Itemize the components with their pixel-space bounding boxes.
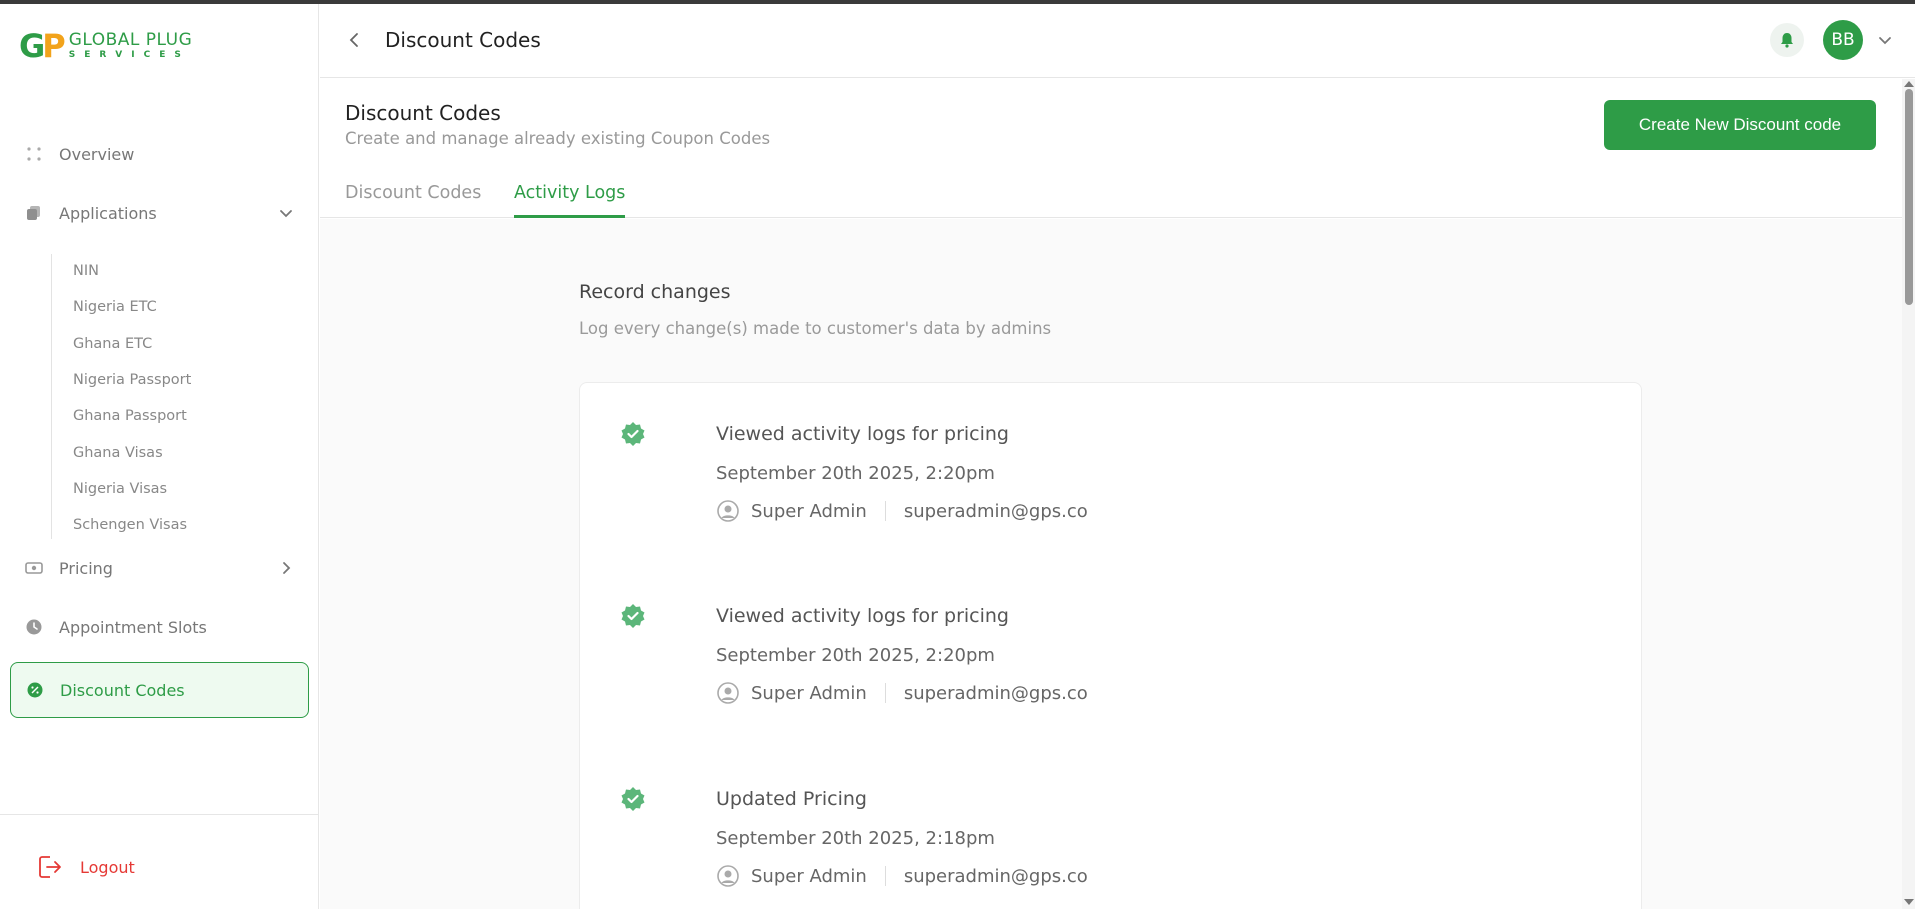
main-content: Record changes Log every change(s) made … (320, 219, 1902, 909)
log-user-name: Super Admin (751, 682, 867, 704)
sidebar-subitem-nigeria-passport[interactable]: Nigeria Passport (73, 372, 191, 388)
sidebar-item-label: Pricing (59, 558, 113, 578)
user-circle-icon (717, 682, 739, 704)
section-subtitle: Log every change(s) made to customer's d… (579, 319, 1052, 338)
log-user-email: superadmin@gps.co (903, 865, 1088, 887)
sidebar-subitem-nin[interactable]: NIN (73, 263, 99, 279)
sidebar-subitem-nigeria-visas[interactable]: Nigeria Visas (73, 481, 167, 497)
sidebar-subitem-ghana-passport[interactable]: Ghana Passport (73, 408, 187, 424)
user-circle-icon (717, 865, 739, 887)
sidebar-item-discount-codes[interactable]: Discount Codes (10, 662, 309, 718)
sidebar-subitem-ghana-visas[interactable]: Ghana Visas (73, 445, 163, 461)
log-user-email: superadmin@gps.co (903, 682, 1088, 704)
sidebar-subitem-ghana-etc[interactable]: Ghana ETC (73, 336, 152, 352)
sidebar-item-pricing[interactable]: Pricing (10, 546, 309, 590)
sidebar-item-label: Overview (59, 144, 135, 164)
sidebar-item-label: Discount Codes (60, 680, 185, 700)
scrollbar-thumb[interactable] (1905, 89, 1913, 305)
logo-name: GLOBAL PLUG (68, 30, 193, 50)
activity-log-card: Viewed activity logs for pricing Septemb… (579, 382, 1642, 909)
tab-discount-codes[interactable]: Discount Codes (345, 183, 481, 218)
chevron-down-icon[interactable] (277, 204, 295, 222)
log-user: Super Admin superadmin@gps.co (716, 499, 1088, 523)
page-subtitle: Create and manage already existing Coupo… (345, 129, 771, 148)
page-title: Discount Codes (345, 101, 501, 125)
tab-activity-logs[interactable]: Activity Logs (514, 183, 626, 218)
sidebar-item-applications[interactable]: Applications (10, 191, 309, 235)
scroll-down-arrow-icon[interactable] (1904, 899, 1914, 905)
vertical-scrollbar[interactable] (1902, 79, 1915, 909)
clock-icon (25, 618, 43, 636)
notifications-button[interactable] (1770, 23, 1804, 57)
sidebar-footer: Logout (0, 814, 319, 909)
chevron-down-icon[interactable] (1876, 31, 1894, 49)
logo-mark: GP (19, 27, 66, 65)
applications-submenu: NIN Nigeria ETC Ghana ETC Nigeria Passpo… (51, 254, 251, 539)
avatar[interactable]: BB (1823, 20, 1863, 60)
logout-icon (39, 856, 61, 878)
log-timestamp: September 20th 2025, 2:18pm (716, 828, 995, 849)
log-timestamp: September 20th 2025, 2:20pm (716, 645, 995, 666)
header-title: Discount Codes (385, 28, 541, 52)
grid-dots-icon (25, 145, 43, 163)
sidebar-subitem-schengen-visas[interactable]: Schengen Visas (73, 517, 187, 533)
brand-logo[interactable]: GP GLOBAL PLUG SERVICES (19, 26, 192, 66)
log-user-name: Super Admin (751, 865, 867, 887)
log-action: Updated Pricing (716, 788, 867, 810)
sidebar-item-overview[interactable]: Overview (10, 132, 309, 176)
divider (884, 866, 886, 886)
verified-check-icon (621, 787, 645, 811)
sidebar: GP GLOBAL PLUG SERVICES Overview Applica… (0, 4, 319, 909)
section-title: Record changes (579, 281, 731, 303)
log-action: Viewed activity logs for pricing (716, 423, 1009, 445)
bell-icon (1781, 33, 1793, 48)
chevron-right-icon[interactable] (277, 559, 295, 577)
documents-icon (25, 204, 43, 222)
divider (884, 683, 886, 703)
page-header: Discount Codes Create and manage already… (320, 79, 1902, 218)
log-user: Super Admin superadmin@gps.co (716, 864, 1088, 888)
sidebar-item-label: Applications (59, 203, 157, 223)
log-action: Viewed activity logs for pricing (716, 605, 1009, 627)
logo-tagline: SERVICES (68, 50, 190, 60)
sidebar-item-appointment-slots[interactable]: Appointment Slots (10, 605, 309, 649)
log-user: Super Admin superadmin@gps.co (716, 681, 1088, 705)
logout-label: Logout (80, 857, 135, 877)
sidebar-item-label: Appointment Slots (59, 617, 207, 637)
verified-check-icon (621, 604, 645, 628)
sidebar-subitem-nigeria-etc[interactable]: Nigeria ETC (73, 299, 157, 315)
verified-check-icon (621, 422, 645, 446)
top-header: Discount Codes BB (320, 4, 1915, 78)
money-icon (25, 559, 43, 577)
log-user-email: superadmin@gps.co (903, 500, 1088, 522)
user-circle-icon (717, 500, 739, 522)
discount-badge-icon (26, 681, 44, 699)
scroll-up-arrow-icon[interactable] (1904, 81, 1914, 87)
create-discount-code-button[interactable]: Create New Discount code (1604, 100, 1876, 150)
log-user-name: Super Admin (751, 500, 867, 522)
log-timestamp: September 20th 2025, 2:20pm (716, 463, 995, 484)
logout-button[interactable]: Logout (36, 853, 135, 881)
divider (884, 501, 886, 521)
back-arrow-icon[interactable] (344, 30, 364, 50)
